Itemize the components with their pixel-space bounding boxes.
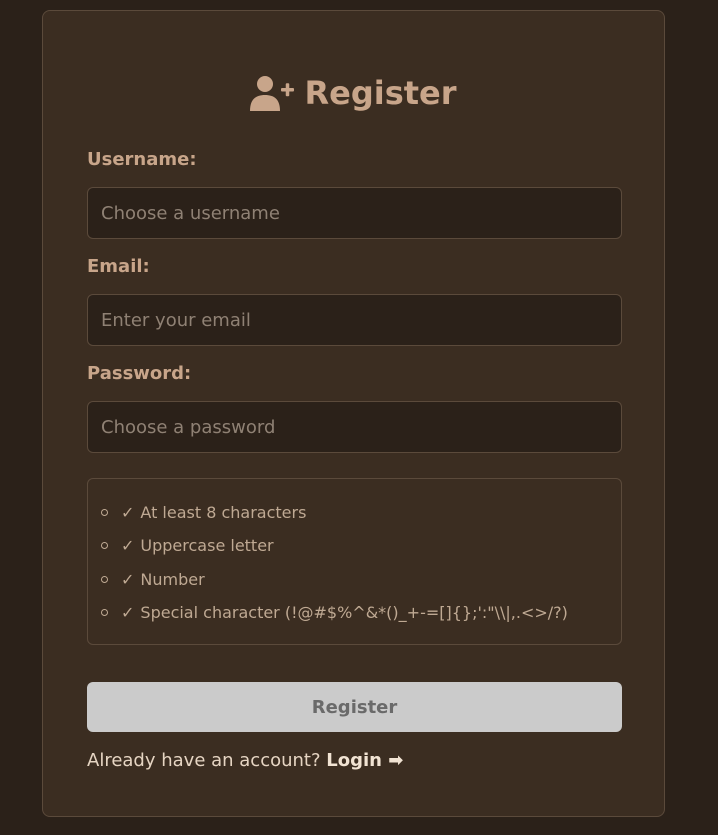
requirement-text: At least 8 characters	[140, 502, 307, 522]
requirement-text: Special character (!@#$%^&*()_+-=[]{};':…	[140, 602, 568, 622]
circle-bullet-icon	[101, 575, 108, 583]
email-label: Email:	[87, 256, 150, 277]
page-title: Register	[43, 69, 664, 117]
requirement-text: Uppercase letter	[140, 535, 274, 555]
login-link-label: Login	[326, 750, 382, 771]
user-plus-icon	[250, 75, 295, 111]
title-text: Register	[304, 74, 457, 112]
login-link[interactable]: Login ➡	[326, 750, 403, 771]
password-label: Password:	[87, 363, 192, 384]
password-input[interactable]	[87, 401, 622, 453]
requirement-item-special: ✓ Special character (!@#$%^&*()_+-=[]{};…	[101, 600, 568, 624]
login-prompt: Already have an account? Login ➡	[87, 748, 403, 774]
login-prompt-text: Already have an account?	[87, 750, 321, 771]
check-icon: ✓	[121, 502, 135, 522]
check-icon: ✓	[121, 535, 135, 555]
register-button[interactable]: Register	[87, 682, 622, 732]
register-card: Register Username: Email: Password: ✓ At…	[42, 10, 665, 817]
requirement-text: Number	[140, 569, 205, 589]
check-icon: ✓	[121, 602, 135, 622]
requirement-item-length: ✓ At least 8 characters	[101, 500, 306, 524]
arrow-right-icon: ➡	[388, 750, 404, 771]
circle-bullet-icon	[101, 608, 108, 616]
check-icon: ✓	[121, 569, 135, 589]
circle-bullet-icon	[101, 541, 108, 549]
email-input[interactable]	[87, 294, 622, 346]
username-input[interactable]	[87, 187, 622, 239]
circle-bullet-icon	[101, 508, 108, 516]
requirement-item-number: ✓ Number	[101, 567, 205, 591]
password-requirements: ✓ At least 8 characters ✓ Uppercase lett…	[87, 478, 622, 645]
requirement-item-uppercase: ✓ Uppercase letter	[101, 533, 274, 557]
username-label: Username:	[87, 149, 197, 170]
